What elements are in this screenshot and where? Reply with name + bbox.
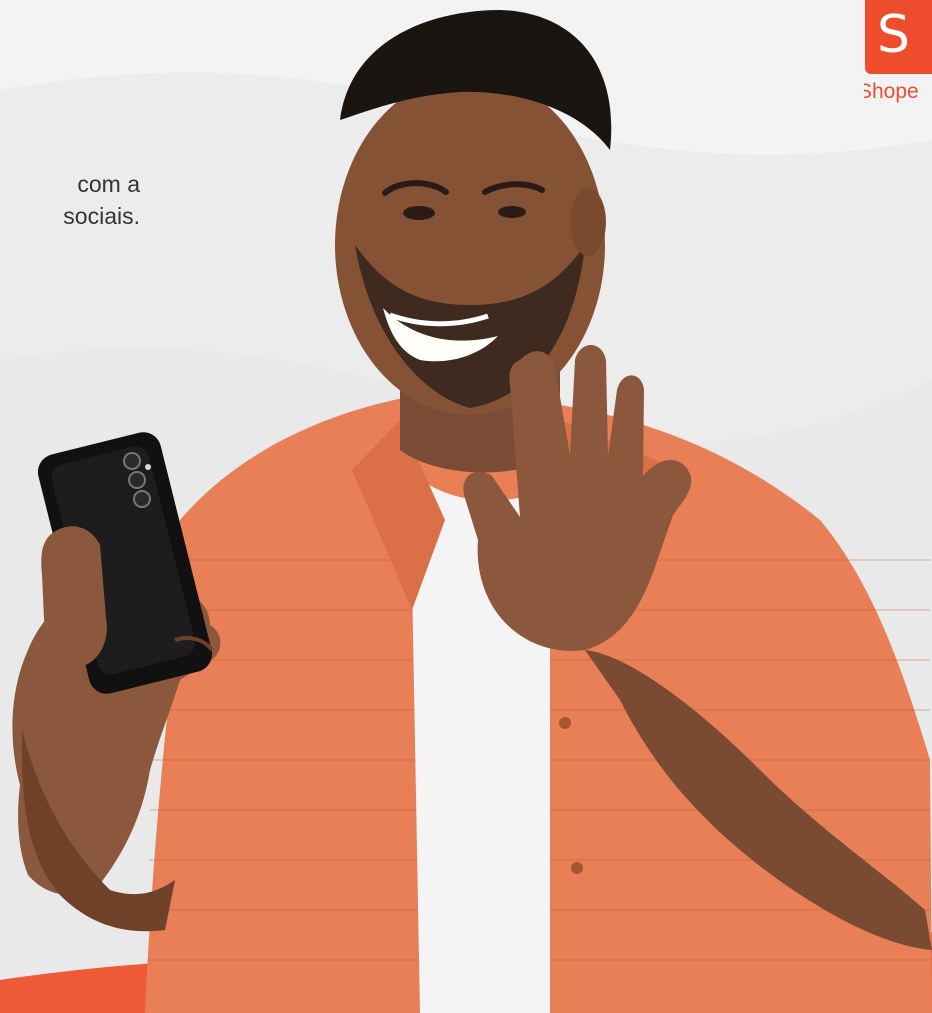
brand-logo[interactable]: S Shope [864, 0, 932, 112]
page: com a sociais. S Shope [0, 0, 932, 1013]
shopping-bag-icon: S [865, 0, 932, 74]
hero-photo [12, 10, 932, 1013]
logo-wordmark: Shope [864, 80, 919, 103]
